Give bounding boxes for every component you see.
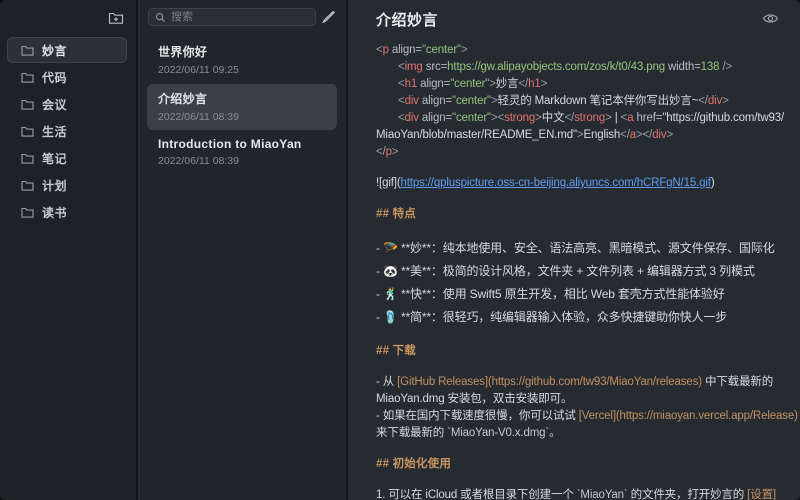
- sidebar-item-folder[interactable]: 读书: [7, 199, 127, 225]
- sidebar-item-folder[interactable]: 笔记: [7, 145, 127, 171]
- new-note-button[interactable]: [318, 8, 338, 26]
- editor-blank-line: [376, 161, 796, 175]
- editor-line: ![gif](https://qpluspicture.oss-cn-beiji…: [376, 175, 796, 192]
- note-title: 介绍妙言: [376, 9, 438, 30]
- editor-blank-line: [376, 223, 796, 237]
- folder-icon: [21, 180, 34, 191]
- editor-blank-line: [376, 329, 796, 343]
- sidebar-item-folder[interactable]: 妙言: [7, 37, 127, 63]
- editor-line: - 🐼 **美**：极简的设计风格，文件夹 + 文件列表 + 编辑器方式 3 列…: [376, 260, 796, 283]
- new-folder-icon: [108, 11, 124, 25]
- folder-sidebar: 妙言代码会议生活笔记计划读书: [0, 0, 138, 500]
- editor-line: </p>: [376, 144, 796, 161]
- folder-label: 计划: [42, 177, 67, 194]
- editor-line: ## 初始化使用: [376, 456, 796, 473]
- folder-label: 笔记: [42, 150, 67, 167]
- sidebar-item-folder[interactable]: 生活: [7, 118, 127, 144]
- sidebar-item-folder[interactable]: 会议: [7, 91, 127, 117]
- editor-blank-line: [376, 442, 796, 456]
- search-icon: [155, 12, 166, 23]
- note-item-date: 2022/06/11 09:25: [158, 64, 326, 76]
- search-box[interactable]: [148, 8, 316, 26]
- folder-icon: [21, 45, 34, 56]
- folder-label: 会议: [42, 96, 67, 113]
- note-item-title: 世界你好: [158, 43, 326, 60]
- folder-icon: [21, 207, 34, 218]
- folder-label: 妙言: [42, 42, 67, 59]
- note-item-title: 介绍妙言: [158, 90, 326, 107]
- editor-line: - 如果在国内下载速度很慢，你可以试试 [Vercel](https://mia…: [376, 408, 796, 425]
- note-list: 世界你好 2022/06/11 09:25 介绍妙言 2022/06/11 08:39…: [140, 36, 344, 175]
- note-list-pane: 世界你好 2022/06/11 09:25 介绍妙言 2022/06/11 08:39…: [140, 0, 348, 500]
- folder-icon: [21, 153, 34, 164]
- note-list-item[interactable]: 介绍妙言 2022/06/11 08:39: [147, 84, 337, 130]
- editor-blank-line: [376, 360, 796, 374]
- note-item-title: Introduction to MiaoYan: [158, 137, 326, 151]
- editor-pane[interactable]: 介绍妙言 <p align="center"><img src=https://…: [350, 0, 800, 500]
- editor-line: - 从 [GitHub Releases](https://github.com…: [376, 374, 796, 391]
- editor-line: - 🩴 **简**：很轻巧，纯编辑器输入体验，众多快捷键助你快人一步: [376, 306, 796, 329]
- sidebar-item-folder[interactable]: 计划: [7, 172, 127, 198]
- editor-line: ## 下载: [376, 343, 796, 360]
- editor-blank-line: [376, 192, 796, 206]
- miaoyan-window: 妙言代码会议生活笔记计划读书 世界你好 2022/06/11 09:25 介绍妙言 2…: [0, 0, 800, 500]
- note-list-item[interactable]: 世界你好 2022/06/11 09:25: [147, 37, 337, 83]
- editor-line: - 🪂 **妙**：纯本地使用、安全、语法高亮、黑暗模式、源文件保存、国际化: [376, 237, 796, 260]
- editor-line: <img src=https://gw.alipayobjects.com/zo…: [376, 59, 796, 76]
- folder-list: 妙言代码会议生活笔记计划读书: [0, 36, 134, 226]
- folder-icon: [21, 126, 34, 137]
- editor-line: 1. 可以在 iCloud 或者根目录下创建一个 `MiaoYan` 的文件夹，…: [376, 487, 796, 500]
- pencil-icon: [321, 10, 335, 24]
- editor-line: 来下载最新的 `MiaoYan-V0.x.dmg`。: [376, 425, 796, 442]
- folder-label: 生活: [42, 123, 67, 140]
- editor-line: <div align="center"><strong>中文</strong> …: [376, 110, 796, 127]
- editor-blank-line: [376, 473, 796, 487]
- new-folder-button[interactable]: [106, 8, 126, 28]
- eye-icon: [762, 12, 779, 25]
- note-list-item[interactable]: Introduction to MiaoYan 2022/06/11 08:39: [147, 131, 337, 174]
- note-item-date: 2022/06/11 08:39: [158, 111, 326, 123]
- editor-line: <h1 align="center">妙言</h1>: [376, 76, 796, 93]
- editor-line: MiaoYan/blob/master/README_EN.md">Englis…: [376, 127, 796, 144]
- editor-line: <div align="center">轻灵的 Markdown 笔记本伴你写出…: [376, 93, 796, 110]
- search-input[interactable]: [171, 11, 309, 23]
- editor-line: MiaoYan.dmg 安装包，双击安装即可。: [376, 391, 796, 408]
- folder-icon: [21, 72, 34, 83]
- folder-label: 代码: [42, 69, 67, 86]
- editor-line: ## 特点: [376, 206, 796, 223]
- editor-content[interactable]: <p align="center"><img src=https://gw.al…: [350, 42, 800, 500]
- editor-line: <p align="center">: [376, 42, 796, 59]
- editor-line: - 🕺 **快**：使用 Swift5 原生开发，相比 Web 套壳方式性能体验…: [376, 283, 796, 306]
- note-item-date: 2022/06/11 08:39: [158, 155, 326, 167]
- sidebar-item-folder[interactable]: 代码: [7, 64, 127, 90]
- folder-label: 读书: [42, 204, 67, 221]
- preview-button[interactable]: [760, 10, 780, 26]
- folder-icon: [21, 99, 34, 110]
